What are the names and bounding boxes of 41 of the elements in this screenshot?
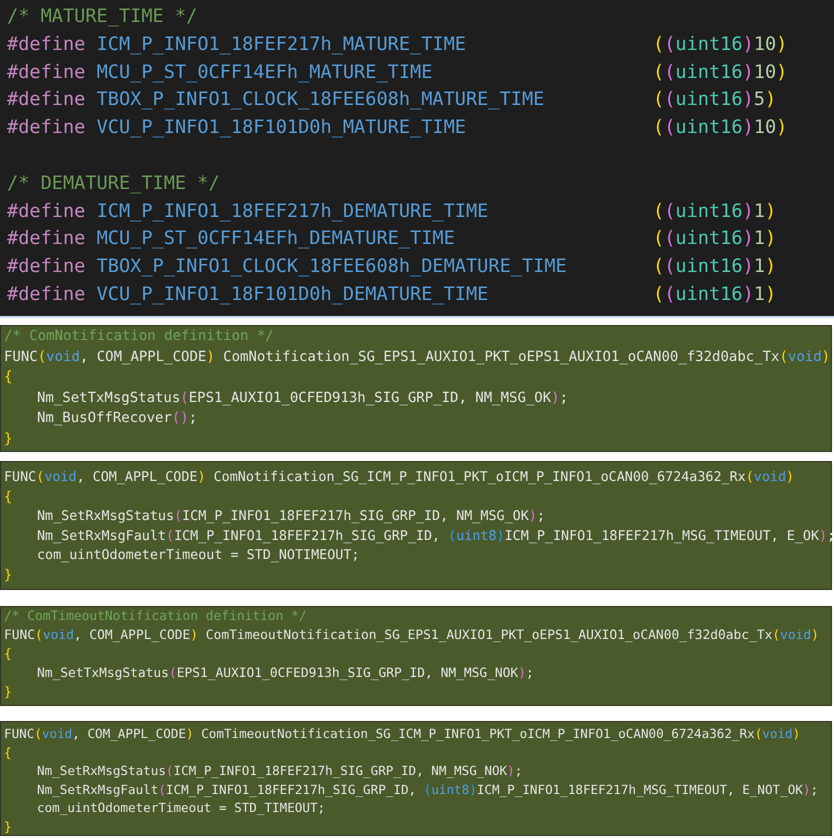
code-line: {	[4, 646, 12, 664]
code-line: com_uintOdometerTimeout = STD_TIMEOUT;	[36, 799, 326, 817]
code-line: FUNC(void, COM_APPL_CODE) ComNotification_SG_EPS1_AUXIO1_PKT_oEPS1_AUXIO1_oCAN00_f32d0abc_Tx(void)	[4, 348, 830, 366]
macro-value: ((uint16)5)	[653, 88, 776, 112]
code-line: Nm_SetTxMsgStatus(EPS1_AUXIO1_0CFED913h_SIG_GRP_ID, NM_MSG_OK);	[36, 388, 568, 408]
code-line: FUNC(void, COM_APPL_CODE) ComTimeoutNotification_SG_EPS1_AUXIO1_PKT_oEPS1_AUXIO1_oCAN00_f32d0abc_Tx(void)	[4, 627, 819, 645]
macro-value: ((uint16)1)	[653, 200, 776, 224]
macro-definition: #define ICM_P_INFO1_18FEF217h_DEMATURE_TIME	[7, 200, 488, 224]
macro-definition: #define MCU_P_ST_0CFF14EFh_MATURE_TIME	[7, 60, 432, 85]
code-comment: /* DEMATURE_TIME */	[7, 172, 220, 196]
macro-definition: #define TBOX_P_INFO1_CLOCK_18FEE608h_DEMATURE_TIME	[7, 255, 567, 280]
code-line: Nm_SetRxMsgFault(ICM_P_INFO1_18FEF217h_SIG_GRP_ID, (uint8)ICM_P_INFO1_18FEF217h_MSG_TIMEOUT, E_NOT_OK);	[36, 780, 818, 799]
code-line: FUNC(void, COM_APPL_CODE) ComTimeoutNotification_SG_ICM_P_INFO1_PKT_oICM_P_INFO1_oCAN00_6724a362_Rx(void)	[4, 725, 800, 743]
code-line: {	[4, 488, 12, 506]
code-line: Nm_BusOffRecover();	[36, 409, 198, 428]
code-line: {	[4, 744, 12, 762]
macro-definition: #define MCU_P_ST_0CFF14EFh_DEMATURE_TIME	[7, 227, 455, 252]
macro-value: ((uint16)1)	[653, 255, 776, 280]
code-line: }	[4, 818, 12, 836]
macro-definition: #define VCU_P_INFO1_18F101D0h_DEMATURE_TIME	[7, 282, 488, 307]
macro-value: ((uint16)1)	[653, 227, 776, 252]
code-line: /* ComTimeoutNotification definition */	[4, 608, 307, 626]
code-line: Nm_SetRxMsgStatus(ICM_P_INFO1_18FEF217h_SIG_GRP_ID, NM_MSG_NOK);	[36, 762, 522, 780]
code-line: {	[4, 368, 12, 387]
macro-definition: #define ICM_P_INFO1_18FEF217h_MATURE_TIME	[7, 32, 466, 57]
code-line: /* ComNotification definition */	[4, 327, 274, 346]
macro-definition: #define VCU_P_INFO1_18F101D0h_MATURE_TIME	[7, 116, 466, 140]
code-comment: /* MATURE_TIME */	[7, 5, 198, 29]
code-line: Nm_SetRxMsgStatus(ICM_P_INFO1_18FEF217h_SIG_GRP_ID, NM_MSG_OK);	[36, 508, 545, 526]
code-line: }	[4, 566, 12, 584]
code-line: }	[4, 430, 12, 448]
code-line: Nm_SetRxMsgFault(ICM_P_INFO1_18FEF217h_SIG_GRP_ID, (uint8)ICM_P_INFO1_18FEF217h_MSG_TIMEOUT, E_OK);	[36, 528, 834, 546]
macro-definition: #define TBOX_P_INFO1_CLOCK_18FEE608h_MATURE_TIME	[7, 88, 544, 112]
code-line: Nm_SetTxMsgStatus(EPS1_AUXIO1_0CFED913h_SIG_GRP_ID, NM_MSG_NOK);	[36, 665, 534, 683]
code-line: }	[4, 684, 12, 702]
macro-value: ((uint16)10)	[653, 60, 788, 85]
code-line: com_uintOdometerTimeout = STD_NOTIMEOUT;	[36, 547, 360, 565]
macro-value: ((uint16)10)	[653, 32, 788, 57]
code-line: FUNC(void, COM_APPL_CODE) ComNotification_SG_ICM_P_INFO1_PKT_oICM_P_INFO1_oCAN00_6724a362_Rx(void)	[4, 469, 794, 487]
macro-value: ((uint16)1)	[653, 282, 776, 307]
macro-value: ((uint16)10)	[653, 116, 788, 140]
